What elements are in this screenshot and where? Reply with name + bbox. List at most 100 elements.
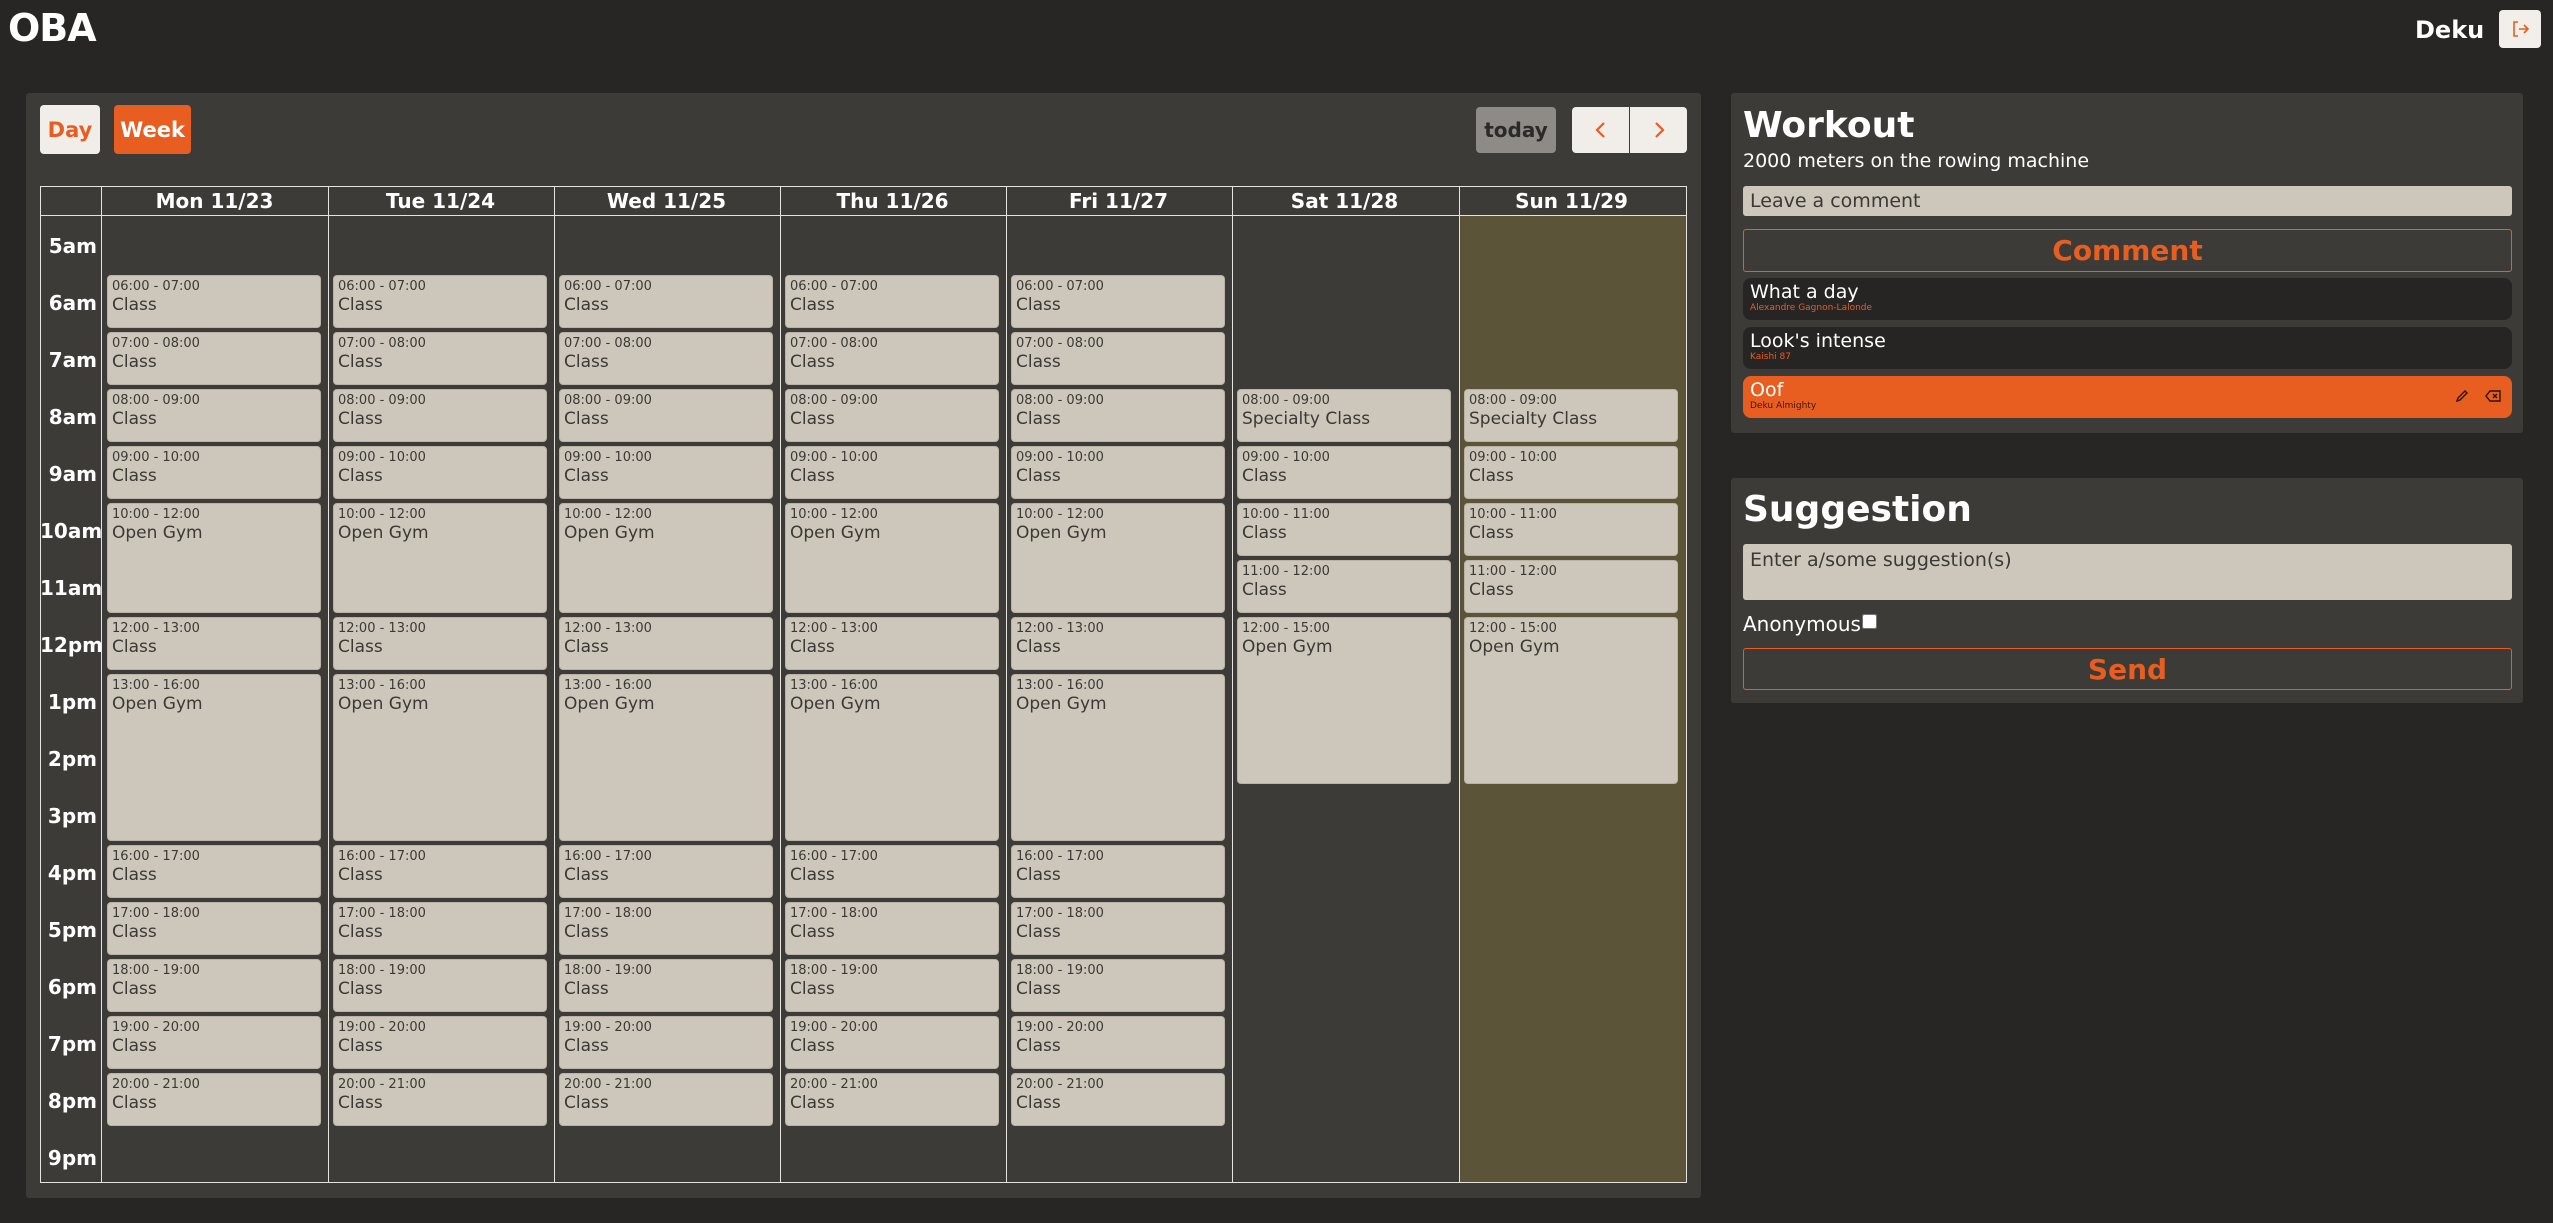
calendar-event[interactable]: 12:00 - 15:00 Open Gym: [1464, 617, 1678, 784]
calendar-event[interactable]: 20:00 - 21:00 Class: [333, 1073, 547, 1126]
calendar-event[interactable]: 20:00 - 21:00 Class: [107, 1073, 321, 1126]
previous-week-button[interactable]: [1572, 107, 1629, 153]
calendar-event[interactable]: 17:00 - 18:00 Class: [333, 902, 547, 955]
calendar-event[interactable]: 12:00 - 13:00 Class: [785, 617, 999, 670]
calendar-event[interactable]: 19:00 - 20:00 Class: [785, 1016, 999, 1069]
calendar-event[interactable]: 09:00 - 10:00 Class: [107, 446, 321, 499]
event-time: 17:00 - 18:00: [1016, 906, 1104, 921]
anonymous-checkbox[interactable]: [1862, 614, 1877, 629]
calendar-event[interactable]: 11:00 - 12:00 Class: [1464, 560, 1678, 613]
comment-author: Kaishi 87: [1750, 352, 1791, 362]
calendar-event[interactable]: 12:00 - 13:00 Class: [333, 617, 547, 670]
comment-input[interactable]: [1743, 186, 2512, 216]
calendar-event[interactable]: 20:00 - 21:00 Class: [1011, 1073, 1225, 1126]
calendar-event[interactable]: 08:00 - 09:00 Class: [1011, 389, 1225, 442]
calendar-event[interactable]: 09:00 - 10:00 Class: [1237, 446, 1451, 499]
suggestion-textarea[interactable]: [1743, 544, 2512, 600]
calendar-event[interactable]: 13:00 - 16:00 Open Gym: [785, 674, 999, 841]
calendar-event[interactable]: 10:00 - 12:00 Open Gym: [107, 503, 321, 613]
event-time: 10:00 - 12:00: [790, 507, 878, 522]
event-time: 18:00 - 19:00: [112, 963, 200, 978]
calendar-event[interactable]: 10:00 - 12:00 Open Gym: [1011, 503, 1225, 613]
calendar-event[interactable]: 10:00 - 12:00 Open Gym: [785, 503, 999, 613]
event-time: 20:00 - 21:00: [112, 1077, 200, 1092]
calendar-event[interactable]: 09:00 - 10:00 Class: [559, 446, 773, 499]
calendar-event[interactable]: 16:00 - 17:00 Class: [559, 845, 773, 898]
calendar-event[interactable]: 07:00 - 08:00 Class: [333, 332, 547, 385]
calendar-event[interactable]: 18:00 - 19:00 Class: [785, 959, 999, 1012]
calendar-event[interactable]: 17:00 - 18:00 Class: [559, 902, 773, 955]
calendar-event[interactable]: 07:00 - 08:00 Class: [785, 332, 999, 385]
calendar-event[interactable]: 12:00 - 15:00 Open Gym: [1237, 617, 1451, 784]
calendar-event[interactable]: 16:00 - 17:00 Class: [333, 845, 547, 898]
calendar-event[interactable]: 08:00 - 09:00 Class: [785, 389, 999, 442]
calendar-event[interactable]: 16:00 - 17:00 Class: [785, 845, 999, 898]
calendar-event[interactable]: 12:00 - 13:00 Class: [1011, 617, 1225, 670]
event-title: Open Gym: [338, 694, 429, 714]
event-title: Specialty Class: [1242, 409, 1371, 429]
calendar-event[interactable]: 08:00 - 09:00 Specialty Class: [1464, 389, 1678, 442]
calendar-event[interactable]: 19:00 - 20:00 Class: [1011, 1016, 1225, 1069]
calendar-event[interactable]: 17:00 - 18:00 Class: [107, 902, 321, 955]
calendar-event[interactable]: 12:00 - 13:00 Class: [559, 617, 773, 670]
calendar-event[interactable]: 09:00 - 10:00 Class: [785, 446, 999, 499]
calendar-event[interactable]: 13:00 - 16:00 Open Gym: [1011, 674, 1225, 841]
calendar-event[interactable]: 08:00 - 09:00 Class: [107, 389, 321, 442]
calendar-event[interactable]: 20:00 - 21:00 Class: [559, 1073, 773, 1126]
event-title: Class: [564, 979, 609, 999]
calendar-event[interactable]: 07:00 - 08:00 Class: [1011, 332, 1225, 385]
calendar-event[interactable]: 16:00 - 17:00 Class: [1011, 845, 1225, 898]
calendar-event[interactable]: 13:00 - 16:00 Open Gym: [333, 674, 547, 841]
calendar-event[interactable]: 13:00 - 16:00 Open Gym: [107, 674, 321, 841]
calendar-event[interactable]: 09:00 - 10:00 Class: [333, 446, 547, 499]
event-time: 08:00 - 09:00: [338, 393, 426, 408]
calendar-event[interactable]: 17:00 - 18:00 Class: [1011, 902, 1225, 955]
event-time: 09:00 - 10:00: [338, 450, 426, 465]
calendar-event[interactable]: 10:00 - 12:00 Open Gym: [559, 503, 773, 613]
calendar-event[interactable]: 08:00 - 09:00 Class: [333, 389, 547, 442]
today-button[interactable]: today: [1476, 107, 1556, 153]
comment-author: Deku Almighty: [1750, 401, 1817, 411]
calendar-event[interactable]: 08:00 - 09:00 Specialty Class: [1237, 389, 1451, 442]
calendar-event[interactable]: 11:00 - 12:00 Class: [1237, 560, 1451, 613]
event-title: Class: [1016, 979, 1061, 999]
event-time: 19:00 - 20:00: [790, 1020, 878, 1035]
calendar-event[interactable]: 06:00 - 07:00 Class: [785, 275, 999, 328]
calendar-event[interactable]: 09:00 - 10:00 Class: [1011, 446, 1225, 499]
calendar-event[interactable]: 19:00 - 20:00 Class: [559, 1016, 773, 1069]
send-button[interactable]: Send: [1743, 648, 2512, 690]
calendar-event[interactable]: 18:00 - 19:00 Class: [333, 959, 547, 1012]
calendar-event[interactable]: 07:00 - 08:00 Class: [559, 332, 773, 385]
calendar-event[interactable]: 12:00 - 13:00 Class: [107, 617, 321, 670]
calendar-event[interactable]: 19:00 - 20:00 Class: [333, 1016, 547, 1069]
calendar-event[interactable]: 17:00 - 18:00 Class: [785, 902, 999, 955]
calendar-event[interactable]: 07:00 - 08:00 Class: [107, 332, 321, 385]
event-time: 08:00 - 09:00: [1016, 393, 1104, 408]
event-time: 09:00 - 10:00: [112, 450, 200, 465]
calendar-event[interactable]: 09:00 - 10:00 Class: [1464, 446, 1678, 499]
calendar-event[interactable]: 18:00 - 19:00 Class: [1011, 959, 1225, 1012]
calendar-event[interactable]: 10:00 - 12:00 Open Gym: [333, 503, 547, 613]
calendar-event[interactable]: 06:00 - 07:00 Class: [1011, 275, 1225, 328]
day-view-button[interactable]: Day: [40, 105, 100, 154]
week-view-button[interactable]: Week: [114, 105, 191, 154]
calendar-event[interactable]: 18:00 - 19:00 Class: [559, 959, 773, 1012]
calendar-event[interactable]: 06:00 - 07:00 Class: [333, 275, 547, 328]
calendar-event[interactable]: 08:00 - 09:00 Class: [559, 389, 773, 442]
comment-button[interactable]: Comment: [1743, 229, 2512, 272]
calendar-event[interactable]: 18:00 - 19:00 Class: [107, 959, 321, 1012]
next-week-button[interactable]: [1630, 107, 1687, 153]
backspace-icon[interactable]: [2484, 388, 2502, 404]
calendar-event[interactable]: 10:00 - 11:00 Class: [1237, 503, 1451, 556]
column-divider: [780, 186, 781, 1183]
calendar-event[interactable]: 13:00 - 16:00 Open Gym: [559, 674, 773, 841]
pencil-icon[interactable]: [2454, 388, 2470, 404]
event-time: 12:00 - 13:00: [1016, 621, 1104, 636]
calendar-event[interactable]: 10:00 - 11:00 Class: [1464, 503, 1678, 556]
calendar-event[interactable]: 06:00 - 07:00 Class: [559, 275, 773, 328]
calendar-event[interactable]: 06:00 - 07:00 Class: [107, 275, 321, 328]
calendar-event[interactable]: 16:00 - 17:00 Class: [107, 845, 321, 898]
calendar-event[interactable]: 19:00 - 20:00 Class: [107, 1016, 321, 1069]
calendar-event[interactable]: 20:00 - 21:00 Class: [785, 1073, 999, 1126]
logout-button[interactable]: [2499, 10, 2541, 48]
